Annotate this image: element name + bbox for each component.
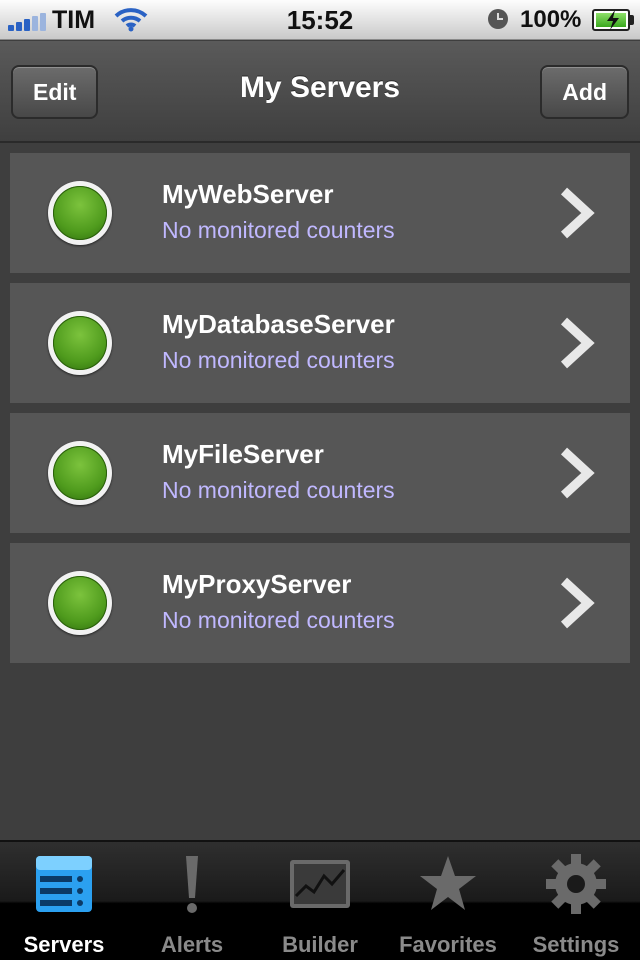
tab-label: Servers (23, 932, 105, 957)
tab-label: Settings (532, 932, 620, 957)
server-subtitle: No monitored counters (162, 477, 395, 503)
server-subtitle: No monitored counters (162, 347, 395, 373)
status-ok-icon (48, 311, 112, 375)
server-row-myfileserver[interactable]: MyFileServer No monitored counters (10, 413, 630, 533)
tab-label: Favorites (399, 932, 497, 957)
tab-favorites[interactable]: Favorites (384, 842, 512, 960)
tab-servers[interactable]: Servers (0, 842, 128, 960)
tab-bar: Servers Alerts Builder Favorites Setting… (0, 840, 640, 960)
tab-builder[interactable]: Builder (256, 842, 384, 960)
server-name: MyWebServer (162, 179, 334, 209)
server-row-mywebserver[interactable]: MyWebServer No monitored counters (10, 153, 630, 273)
chevron-right-icon (560, 577, 595, 629)
status-bar: TIM 15:52 100% (0, 0, 640, 40)
alert-icon (186, 856, 198, 913)
chevron-right-icon (560, 317, 595, 369)
star-icon (420, 856, 476, 910)
server-list: MyWebServer No monitored counters MyData… (10, 153, 630, 673)
battery-tip (630, 15, 634, 25)
status-ok-icon (48, 441, 112, 505)
server-name: MyDatabaseServer (162, 309, 395, 339)
navigation-bar: Edit My Servers Add (0, 41, 640, 143)
server-name: MyFileServer (162, 439, 324, 469)
chart-icon (290, 860, 350, 908)
chevron-right-icon (560, 187, 595, 239)
status-ok-icon (48, 181, 112, 245)
battery-percent: 100% (520, 6, 582, 33)
chevron-right-icon (560, 447, 595, 499)
alarm-clock-icon (488, 9, 508, 29)
tab-settings[interactable]: Settings (512, 842, 640, 960)
charging-bolt-icon (607, 10, 619, 30)
server-row-mydatabaseserver[interactable]: MyDatabaseServer No monitored counters (10, 283, 630, 403)
server-row-myproxyserver[interactable]: MyProxyServer No monitored counters (10, 543, 630, 663)
gear-icon (546, 854, 606, 914)
server-name: MyProxyServer (162, 569, 352, 599)
server-subtitle: No monitored counters (162, 217, 395, 243)
add-server-button[interactable]: Add (540, 65, 629, 119)
status-ok-icon (48, 571, 112, 635)
server-subtitle: No monitored counters (162, 607, 395, 633)
tab-label: Alerts (160, 932, 224, 957)
servers-icon (36, 856, 92, 912)
battery-icon (592, 9, 630, 31)
tab-alerts[interactable]: Alerts (128, 842, 256, 960)
tab-label: Builder (282, 932, 358, 957)
